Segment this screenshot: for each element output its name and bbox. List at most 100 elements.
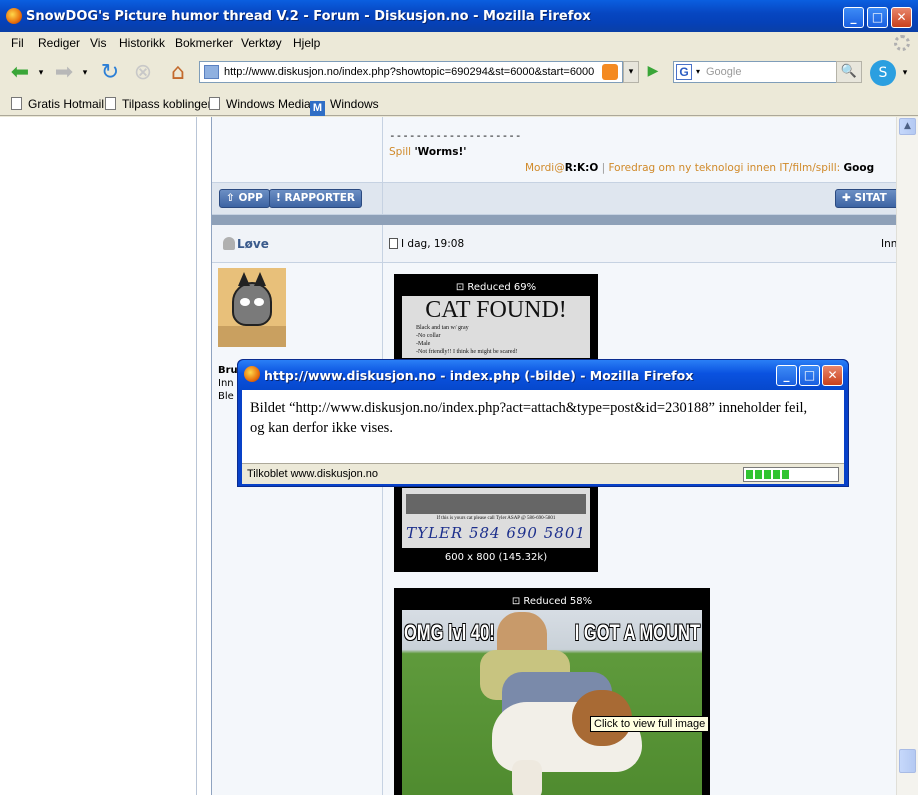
author-info: Bru Inn Ble: [218, 364, 238, 403]
menu-bokmerker[interactable]: Bokmerker: [175, 36, 233, 50]
site-favicon-icon: [204, 65, 219, 79]
skype-icon[interactable]: S: [870, 60, 896, 86]
menu-fil[interactable]: Fil: [11, 36, 24, 50]
scroll-up-button[interactable]: ▲: [899, 118, 916, 135]
cat-handwritten-phone: TYLER 584 690 5801: [406, 524, 586, 542]
back-dropdown-icon[interactable]: ▾: [36, 61, 46, 85]
window-title-bar[interactable]: SnowDOG's Picture humor thread V.2 - For…: [0, 0, 918, 32]
cat-note-line: Black and tan w/ gray: [416, 325, 469, 331]
reload-icon[interactable]: ↻: [98, 61, 122, 85]
signature-text: Foredrag om ny teknologi innen IT/film/s…: [608, 162, 841, 174]
menu-vis[interactable]: Vis: [90, 36, 106, 50]
user-offline-icon: [223, 237, 235, 250]
bookmark-windows[interactable]: M Windows: [310, 97, 379, 116]
signature-separator: |: [601, 162, 606, 174]
avatar[interactable]: [218, 268, 286, 347]
opp-button[interactable]: ⇧ OPP: [219, 189, 270, 208]
search-input[interactable]: Google: [706, 66, 741, 78]
forward-dropdown-icon[interactable]: ▾: [80, 61, 90, 85]
post-action-bar: ⇧ OPP ! RAPPORTER ✚ SITAT: [212, 183, 896, 215]
sitat-button[interactable]: ✚ SITAT: [835, 189, 896, 208]
image-size-label: 600 x 800 (145.32k): [444, 552, 548, 563]
menu-rediger[interactable]: Rediger: [38, 36, 80, 50]
progress-segment: [755, 470, 762, 479]
go-icon[interactable]: ▶: [642, 61, 664, 83]
bookmark-label: Windows: [330, 97, 379, 111]
bookmark-tilpass-koblinger[interactable]: Tilpass koblinger: [105, 97, 212, 111]
page-icon: [209, 97, 220, 110]
google-engine-icon[interactable]: G: [676, 64, 692, 80]
attached-image-mount[interactable]: ⊡ Reduced 58% OMG lvl 40! I GOT A MOUNT: [394, 588, 710, 795]
page-left-margin: [196, 117, 211, 795]
author-info-line: Bru: [218, 365, 238, 376]
image-error-dialog: http://www.diskusjon.no - index.php (-bi…: [237, 359, 849, 487]
author-info-line: Ble: [218, 391, 234, 402]
rss-feed-icon[interactable]: [602, 64, 618, 80]
menu-bar: Fil Rediger Vis Historikk Bokmerker Verk…: [0, 32, 918, 54]
menu-historikk[interactable]: Historikk: [119, 36, 165, 50]
dialog-minimize-button[interactable]: _: [776, 365, 797, 386]
window-title: SnowDOG's Picture humor thread V.2 - For…: [26, 9, 591, 24]
signature-user[interactable]: Mordi@: [525, 162, 565, 174]
rapporter-label: RAPPORTER: [284, 192, 356, 204]
image-reduced-text: Reduced 69%: [467, 282, 537, 293]
dialog-maximize-button[interactable]: □: [799, 365, 820, 386]
cat-note-line: -No collar: [416, 333, 441, 339]
menu-verktoy[interactable]: Verktøy: [241, 36, 282, 50]
signature-game-value: 'Worms!': [414, 146, 467, 158]
dialog-message: Bildet “http://www.diskusjon.no/index.ph…: [242, 390, 844, 463]
skype-dropdown-icon[interactable]: ▾: [899, 66, 911, 90]
bookmark-gratis-hotmail[interactable]: Gratis Hotmail: [11, 97, 104, 111]
cat-found-note: Black and tan w/ gray -No collar -Male -…: [402, 324, 590, 356]
close-button[interactable]: ✕: [891, 7, 912, 28]
image-reduced-label: ⊡ Reduced 58%: [511, 596, 593, 607]
back-icon[interactable]: ⬅: [8, 61, 32, 85]
image-reduced-label: ⊡ Reduced 69%: [455, 282, 537, 293]
post-author[interactable]: Løve: [237, 237, 269, 251]
sitat-label: SITAT: [854, 192, 887, 204]
cat-note-line: -Male: [416, 341, 431, 347]
dialog-status-bar: Tilkoblet www.diskusjon.no: [242, 463, 844, 484]
rapporter-button[interactable]: ! RAPPORTER: [269, 189, 363, 208]
msn-icon: M: [310, 101, 325, 116]
image-reduced-text: Reduced 58%: [523, 596, 593, 607]
bookmark-label: Windows Media: [226, 97, 311, 111]
minimize-button[interactable]: _: [843, 7, 864, 28]
dialog-status-text: Tilkoblet www.diskusjon.no: [247, 468, 379, 480]
cat-found-photo: CAT FOUND! Black and tan w/ gray -No col…: [402, 296, 590, 358]
bookmark-windows-media[interactable]: Windows Media: [209, 97, 311, 111]
dialog-title-bar[interactable]: http://www.diskusjon.no - index.php (-bi…: [238, 360, 848, 390]
address-bar[interactable]: http://www.diskusjon.no/index.php?showto…: [199, 61, 623, 83]
post-header: Løve I dag, 19:08 Inn: [212, 225, 896, 263]
maximize-button[interactable]: □: [867, 7, 888, 28]
address-input[interactable]: http://www.diskusjon.no/index.php?showto…: [224, 66, 596, 78]
dialog-title: http://www.diskusjon.no - index.php (-bi…: [264, 368, 694, 383]
engine-dropdown-icon[interactable]: ▾: [696, 67, 700, 76]
progress-segment: [773, 470, 780, 479]
cat-found-photo-bottom: If this is yours cat please call Tyler A…: [402, 488, 590, 548]
mount-photo: OMG lvl 40! I GOT A MOUNT: [402, 610, 702, 795]
signature-link[interactable]: Goog: [844, 162, 875, 174]
post-header-right: Inn: [881, 238, 896, 250]
progress-fill: [746, 470, 789, 479]
stop-icon[interactable]: ⊗: [131, 61, 155, 85]
signature-divider: --------------------: [389, 129, 522, 142]
search-icon[interactable]: 🔍: [836, 61, 862, 83]
address-dropdown-icon[interactable]: ▾: [623, 61, 639, 83]
opp-label: OPP: [238, 192, 263, 204]
menu-hjelp[interactable]: Hjelp: [293, 36, 320, 50]
page-icon: [105, 97, 116, 110]
meme-text-right: I GOT A MOUNT: [574, 620, 700, 645]
forward-icon[interactable]: ➡: [52, 61, 76, 85]
firefox-logo-icon: [244, 366, 260, 382]
bookmarks-toolbar: Gratis Hotmail Tilpass koblinger Windows…: [0, 92, 918, 116]
dialog-close-button[interactable]: ✕: [822, 365, 843, 386]
search-box[interactable]: G ▾ Google: [673, 61, 862, 83]
signature-user-bold[interactable]: R:K:O: [565, 162, 599, 174]
progress-segment: [782, 470, 789, 479]
scroll-thumb[interactable]: [899, 749, 916, 773]
vertical-scrollbar[interactable]: ▲: [896, 117, 918, 795]
home-icon[interactable]: ⌂: [166, 61, 190, 85]
cat-found-heading: CAT FOUND!: [425, 297, 567, 323]
author-info-line: Inn: [218, 378, 234, 389]
